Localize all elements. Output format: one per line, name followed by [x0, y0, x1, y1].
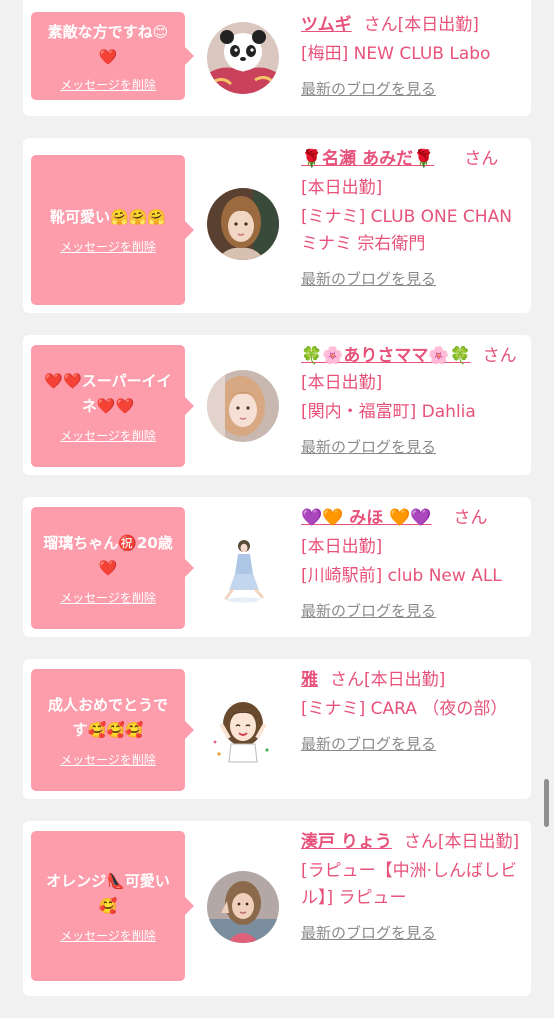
- work-status: [本日出勤]: [397, 15, 479, 35]
- message-bubble: 瑠璃ちゃん㊗️20歳❤️ メッセージを削除: [31, 507, 194, 629]
- shop-name: [関内・福富町] Dahlia: [301, 402, 476, 422]
- list-item: 成人おめでとうです🥰🥰🥰 メッセージを削除 雅 さん[本日出勤] [ミナミ] C…: [23, 659, 531, 799]
- cast-name-line: ツムギ さん[本日出勤]: [301, 12, 523, 39]
- latest-blog-link[interactable]: 最新のブログを見る: [301, 731, 436, 758]
- delete-message-link[interactable]: メッセージを削除: [60, 927, 156, 944]
- message-bubble: ❤️❤️スーパーイイネ❤️❤️ メッセージを削除: [31, 345, 194, 467]
- cast-info: 🍀🌸ありさママ🌸🍀 さん [本日出勤] [関内・福富町] Dahlia 最新のブログ…: [301, 343, 523, 461]
- woman-photo-avatar-icon[interactable]: [207, 370, 279, 442]
- list-item: ❤️❤️スーパーイイネ❤️❤️ メッセージを削除 🍀🌸ありさママ🌸🍀 さん [本日出…: [23, 335, 531, 475]
- woman-photo-avatar-icon[interactable]: [207, 871, 279, 943]
- cast-info: 🌹名瀬 あみだ🌹 さん [本日出勤] [ミナミ] CLUB ONE CHAN ミナ…: [301, 146, 523, 293]
- work-status: [本日出勤]: [437, 832, 520, 852]
- shop-name: [ミナミ] CARA （夜の部）: [301, 699, 508, 719]
- message-bubble: 靴可愛い🤗🤗🤗 メッセージを削除: [31, 155, 194, 305]
- delete-message-link[interactable]: メッセージを削除: [60, 427, 156, 444]
- cast-name-line: 🌹名瀬 あみだ🌹 さん: [301, 146, 523, 173]
- latest-blog-link[interactable]: 最新のブログを見る: [301, 598, 436, 625]
- work-status: [本日出勤]: [364, 670, 446, 690]
- cast-name-line: 湊戸 りょう さん[本日出勤]: [301, 829, 523, 856]
- cast-info: 雅さん[本日出勤] [ミナミ] CARA （夜の部） 最新のブログを見る: [301, 667, 523, 758]
- list-item: 靴可愛い🤗🤗🤗 メッセージを削除 🌹名瀬 あみだ🌹 さん [本日出勤] [ミナミ]: [23, 138, 531, 313]
- shop-name: [ミナミ] CLUB ONE CHAN ミナミ 宗右衛門: [301, 207, 512, 254]
- message-text: 成人おめでとうです🥰🥰🥰: [47, 695, 168, 739]
- message-bubble: 素敵な方ですね😊❤️ メッセージを削除: [31, 12, 194, 100]
- dress-figure-avatar-icon[interactable]: [207, 532, 279, 604]
- cast-info: ツムギ さん[本日出勤] [梅田] NEW CLUB Labo 最新のブログを見る: [301, 12, 523, 103]
- cast-name-link[interactable]: 湊戸 りょう: [301, 832, 392, 852]
- cartoon-girl-avatar-icon[interactable]: [207, 694, 279, 766]
- work-status: [本日出勤]: [301, 537, 383, 557]
- list-item: 瑠璃ちゃん㊗️20歳❤️ メッセージを削除 💜🧡 みほ 🧡💜 さん [本日出勤] …: [23, 497, 531, 637]
- cast-info: 湊戸 りょう さん[本日出勤] [ラピュー【中洲·しんばしビル】] ラピュー 最新…: [301, 829, 523, 947]
- message-bubble: オレンジ👠可愛い🥰 メッセージを削除: [31, 831, 194, 981]
- shop-name: [梅田] NEW CLUB Labo: [301, 44, 491, 64]
- cast-name-line: 💜🧡 みほ 🧡💜 さん: [301, 505, 523, 532]
- honorific-label: さん: [453, 508, 488, 528]
- latest-blog-link[interactable]: 最新のブログを見る: [301, 76, 436, 103]
- cast-name-link[interactable]: 🍀🌸ありさママ🌸🍀: [301, 346, 471, 366]
- work-status: [本日出勤]: [301, 178, 383, 198]
- cast-name-link[interactable]: 🌹名瀬 あみだ🌹: [301, 149, 434, 169]
- delete-message-link[interactable]: メッセージを削除: [60, 76, 156, 93]
- cast-info: 💜🧡 みほ 🧡💜 さん [本日出勤] [川崎駅前] club New ALL 最新…: [301, 505, 523, 625]
- cast-name-line: 雅さん[本日出勤]: [301, 667, 523, 694]
- latest-blog-link[interactable]: 最新のブログを見る: [301, 266, 436, 293]
- woman-photo-avatar-icon[interactable]: [207, 188, 279, 260]
- message-text: ❤️❤️スーパーイイネ❤️❤️: [44, 371, 172, 415]
- work-status: [本日出勤]: [301, 373, 383, 393]
- latest-blog-link[interactable]: 最新のブログを見る: [301, 920, 436, 947]
- message-text: 靴可愛い🤗🤗🤗: [49, 208, 167, 226]
- shop-name: [川崎駅前] club New ALL: [301, 566, 502, 586]
- delete-message-link[interactable]: メッセージを削除: [60, 589, 156, 606]
- honorific-label: さん: [330, 670, 364, 690]
- message-bubble: 成人おめでとうです🥰🥰🥰 メッセージを削除: [31, 669, 194, 791]
- cast-name-link[interactable]: 💜🧡 みほ 🧡💜: [301, 508, 432, 528]
- shop-name: [ラピュー【中洲·しんばしビル】] ラピュー: [301, 861, 518, 908]
- honorific-label: さん: [464, 149, 499, 169]
- scrollbar[interactable]: [544, 779, 549, 827]
- honorific-label: さん: [363, 15, 398, 35]
- panda-avatar-icon[interactable]: [207, 22, 279, 94]
- message-text: 素敵な方ですね😊❤️: [47, 22, 169, 66]
- honorific-label: さん: [482, 346, 517, 366]
- cast-name-link[interactable]: 雅: [301, 670, 318, 690]
- message-text: 瑠璃ちゃん㊗️20歳❤️: [43, 533, 173, 577]
- message-list: 素敵な方ですね😊❤️ メッセージを削除 ツムギ さん[本日出勤] [梅田] NE…: [23, 0, 531, 1018]
- delete-message-link[interactable]: メッセージを削除: [60, 751, 156, 768]
- cast-name-line: 🍀🌸ありさママ🌸🍀 さん [本日出勤]: [301, 343, 523, 397]
- list-item: 素敵な方ですね😊❤️ メッセージを削除 ツムギ さん[本日出勤] [梅田] NE…: [23, 0, 531, 116]
- honorific-label: さん: [403, 832, 438, 852]
- list-item: オレンジ👠可愛い🥰 メッセージを削除 湊戸 りょう さん[本日出勤] [ラピュー【…: [23, 821, 531, 996]
- latest-blog-link[interactable]: 最新のブログを見る: [301, 434, 436, 461]
- cast-name-link[interactable]: ツムギ: [301, 15, 352, 35]
- delete-message-link[interactable]: メッセージを削除: [60, 238, 156, 255]
- message-text: オレンジ👠可愛い🥰: [46, 871, 170, 915]
